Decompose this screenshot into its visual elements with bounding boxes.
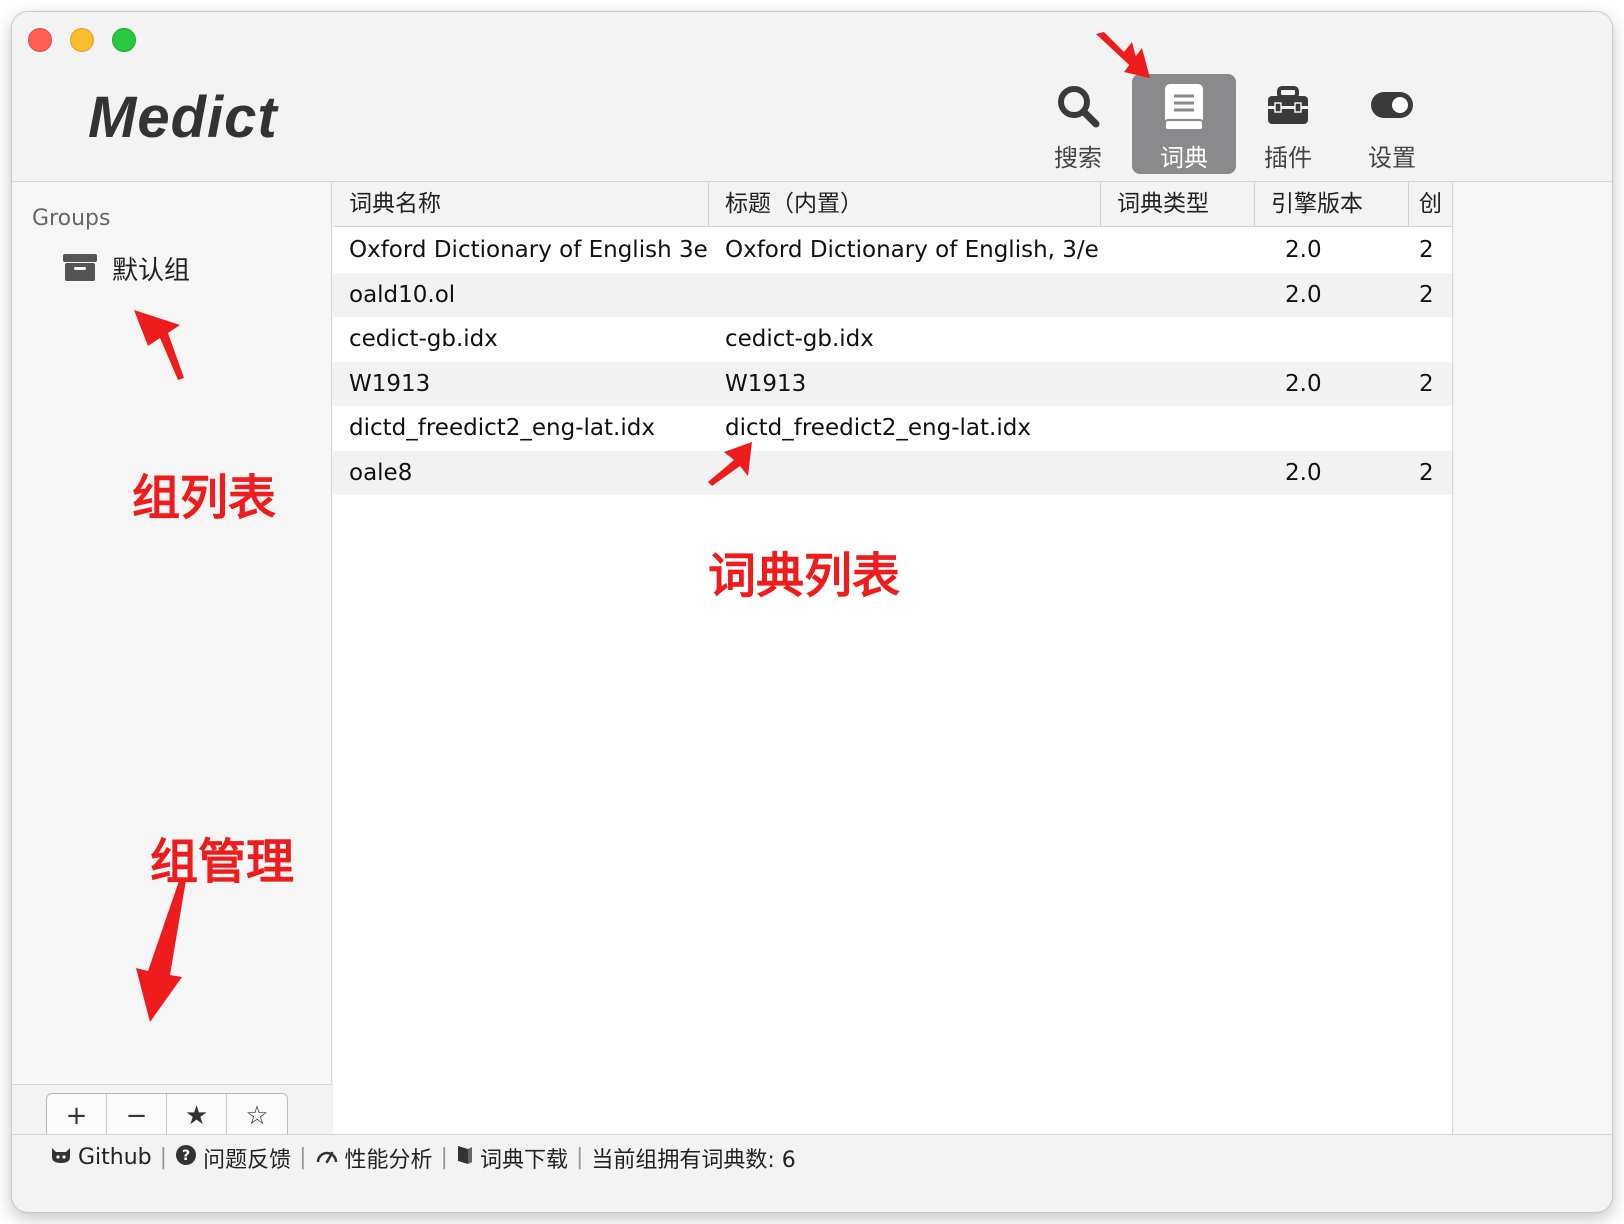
- arrow-to-group-list: [134, 310, 184, 380]
- annotation-arrows: [134, 32, 1150, 1022]
- arrow-to-dictionary-row: [708, 442, 752, 486]
- arrow-to-group-controls: [136, 878, 186, 1022]
